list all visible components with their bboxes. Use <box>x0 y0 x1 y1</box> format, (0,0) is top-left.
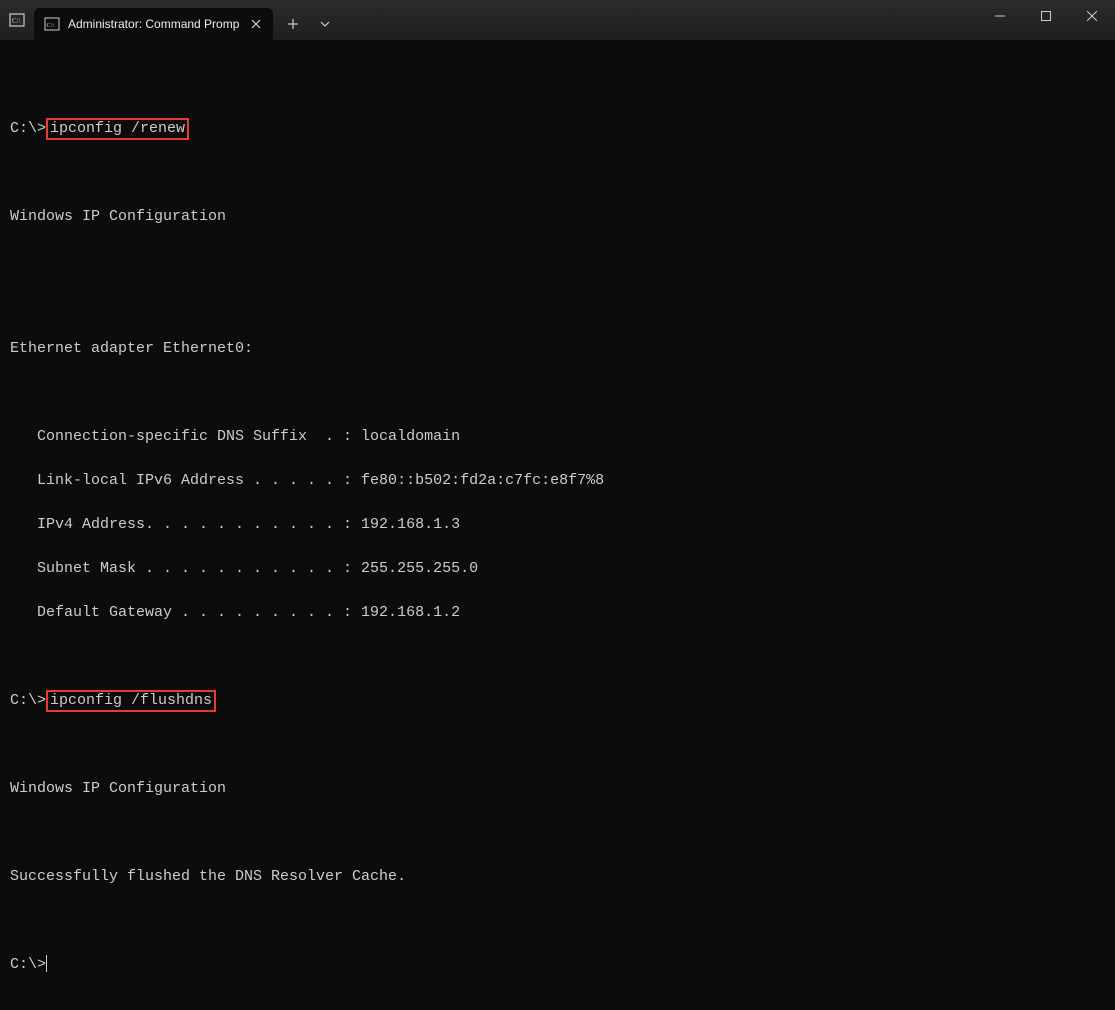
output-success-message: Successfully flushed the DNS Resolver Ca… <box>10 866 1105 888</box>
output-subnet-mask: Subnet Mask . . . . . . . . . . . : 255.… <box>10 558 1105 580</box>
prompt-line-3: C:\> <box>10 954 1105 976</box>
text-cursor <box>46 955 47 972</box>
new-tab-button[interactable] <box>277 8 309 40</box>
command-highlight-1: ipconfig /renew <box>46 118 189 140</box>
output-ipv4-address: IPv4 Address. . . . . . . . . . . : 192.… <box>10 514 1105 536</box>
output-dns-suffix: Connection-specific DNS Suffix . : local… <box>10 426 1105 448</box>
output-default-gateway: Default Gateway . . . . . . . . . : 192.… <box>10 602 1105 624</box>
output-heading-2: Windows IP Configuration <box>10 778 1105 800</box>
prompt-path: C:\> <box>10 956 46 973</box>
svg-text:C:\: C:\ <box>47 22 55 29</box>
system-menu-icon[interactable]: C:\ <box>0 0 34 40</box>
tab-strip: C:\ Administrator: Command Promp <box>34 0 341 40</box>
command-highlight-2: ipconfig /flushdns <box>46 690 216 712</box>
output-heading-1: Windows IP Configuration <box>10 206 1105 228</box>
cmd-icon: C:\ <box>44 16 60 32</box>
tab-command-prompt[interactable]: C:\ Administrator: Command Promp <box>34 8 273 40</box>
output-ipv6-address: Link-local IPv6 Address . . . . . : fe80… <box>10 470 1105 492</box>
tab-title: Administrator: Command Promp <box>68 17 239 31</box>
tab-dropdown-button[interactable] <box>309 8 341 40</box>
terminal-output[interactable]: C:\>ipconfig /renew Windows IP Configura… <box>0 40 1115 1010</box>
adapter-header: Ethernet adapter Ethernet0: <box>10 338 1105 360</box>
prompt-path: C:\> <box>10 692 46 709</box>
minimize-button[interactable] <box>977 0 1023 32</box>
prompt-line-1: C:\>ipconfig /renew <box>10 118 1105 140</box>
prompt-line-2: C:\>ipconfig /flushdns <box>10 690 1105 712</box>
window-controls <box>977 0 1115 40</box>
title-bar: C:\ C:\ Administrator: Command Promp <box>0 0 1115 40</box>
maximize-button[interactable] <box>1023 0 1069 32</box>
tab-close-button[interactable] <box>247 15 265 33</box>
close-button[interactable] <box>1069 0 1115 32</box>
prompt-path: C:\> <box>10 120 46 137</box>
svg-text:C:\: C:\ <box>12 17 21 25</box>
